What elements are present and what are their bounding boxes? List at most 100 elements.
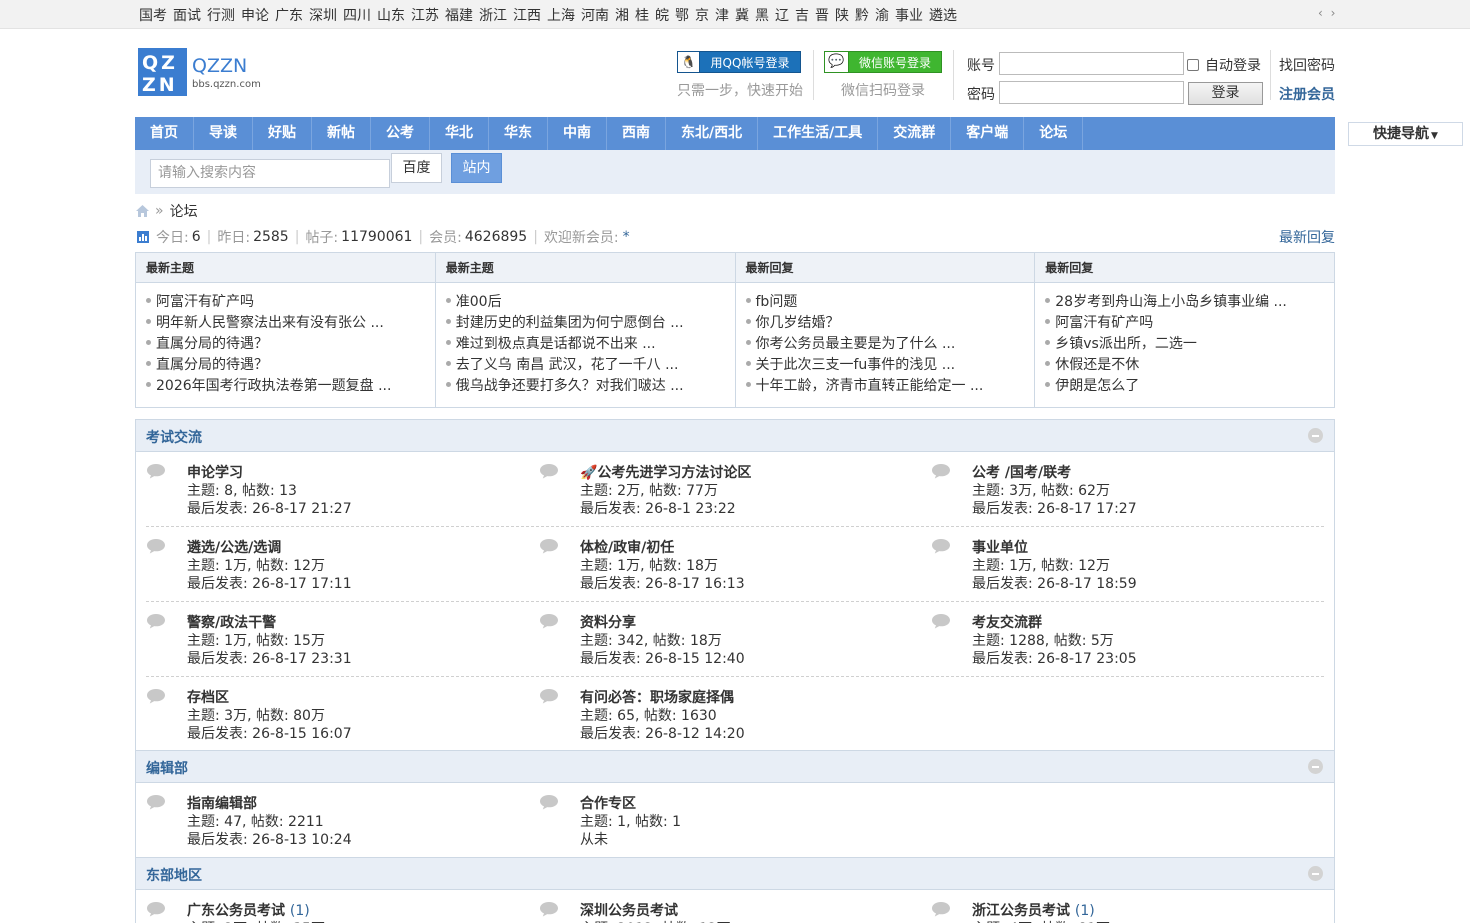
auto-login-checkbox[interactable]: 自动登录 <box>1187 55 1261 75</box>
region-link[interactable]: 行测 <box>207 5 235 25</box>
collapse-icon[interactable] <box>1308 759 1323 774</box>
forum-board-last-post[interactable]: 最后发表: 26-8-15 16:07 <box>187 723 352 743</box>
forum-board-last-post[interactable]: 从未 <box>580 829 608 849</box>
section-title[interactable]: 考试交流 <box>146 427 202 447</box>
nav-item[interactable]: 工作生活/工具 <box>758 117 879 150</box>
collapse-icon[interactable] <box>1308 866 1323 881</box>
forum-board-title[interactable]: 广东公务员考试 <box>187 903 285 919</box>
region-link[interactable]: 四川 <box>343 5 371 25</box>
forum-board-last-post[interactable]: 最后发表: 26-8-1 23:22 <box>580 498 736 518</box>
register-link[interactable]: 注册会员 <box>1279 84 1335 104</box>
nav-item[interactable]: 中南 <box>548 117 607 150</box>
region-link[interactable]: 事业 <box>895 5 923 25</box>
forum-board-title[interactable]: 体检/政审/初任 <box>580 540 674 556</box>
region-link[interactable]: 山东 <box>377 5 405 25</box>
forum-board-name[interactable]: 广东公务员考试 (1) <box>187 900 310 920</box>
list-item[interactable]: 封建历史的利益集团为何宁愿倒台 ... <box>446 313 735 334</box>
region-link[interactable]: 黔 <box>855 5 869 25</box>
region-link[interactable]: 桂 <box>635 5 649 25</box>
list-item[interactable]: 阿富汗有矿产吗 <box>146 292 435 313</box>
forum-board-last-post[interactable]: 最后发表: 26-8-13 10:24 <box>187 829 352 849</box>
list-item[interactable]: 你考公务员最主要是为了什么 ... <box>746 334 1035 355</box>
region-link[interactable]: 福建 <box>445 5 473 25</box>
region-link[interactable]: 广东 <box>275 5 303 25</box>
qq-login-button[interactable]: 🐧 用QQ帐号登录 <box>677 51 801 73</box>
forum-board-name[interactable]: 体检/政审/初任 <box>580 537 674 557</box>
region-link[interactable]: 鄂 <box>675 5 689 25</box>
forum-board-title[interactable]: 考友交流群 <box>972 615 1042 631</box>
region-link[interactable]: 陕 <box>835 5 849 25</box>
search-input[interactable]: 请输入搜索内容 <box>150 159 390 188</box>
forum-board-last-post[interactable]: 最后发表: 26-8-17 23:05 <box>972 648 1137 668</box>
forum-board-name[interactable]: 遴选/公选/选调 <box>187 537 281 557</box>
region-link[interactable]: 深圳 <box>309 5 337 25</box>
list-item[interactable]: 直属分局的待遇？ <box>146 355 435 376</box>
find-password-link[interactable]: 找回密码 <box>1279 55 1335 75</box>
scroll-arrows-icon[interactable]: ‹ › <box>1318 6 1337 20</box>
nav-item[interactable]: 新帖 <box>312 117 371 150</box>
region-link[interactable]: 渝 <box>875 5 889 25</box>
nav-item[interactable]: 西南 <box>607 117 666 150</box>
region-link[interactable]: 国考 <box>139 5 167 25</box>
list-item[interactable]: 你几岁结婚？ <box>746 313 1035 334</box>
forum-board-name[interactable]: 公考 /国考/联考 <box>972 462 1071 482</box>
forum-board-name[interactable]: 警察/政法干警 <box>187 612 276 632</box>
section-title[interactable]: 编辑部 <box>146 758 188 778</box>
list-item[interactable]: 准00后 <box>446 292 735 313</box>
nav-item[interactable]: 导读 <box>194 117 253 150</box>
home-icon[interactable] <box>136 205 149 217</box>
site-search-button[interactable]: 站内 <box>451 153 502 183</box>
list-item[interactable]: 阿富汗有矿产吗 <box>1045 313 1334 334</box>
baidu-search-button[interactable]: 百度 <box>391 153 442 183</box>
region-link[interactable]: 晋 <box>815 5 829 25</box>
region-link[interactable]: 遴选 <box>929 5 957 25</box>
list-item[interactable]: 伊朗是怎么了 <box>1045 376 1334 397</box>
nav-item[interactable]: 东北/西北 <box>666 117 759 150</box>
nav-item[interactable]: 首页 <box>135 117 194 150</box>
login-button[interactable]: 登录 <box>1188 82 1263 105</box>
forum-board-title[interactable]: 指南编辑部 <box>187 796 257 812</box>
forum-board-last-post[interactable]: 最后发表: 26-8-17 17:11 <box>187 573 352 593</box>
region-link[interactable]: 上海 <box>547 5 575 25</box>
forum-board-last-post[interactable]: 最后发表: 26-8-17 18:59 <box>972 573 1137 593</box>
region-link[interactable]: 吉 <box>795 5 809 25</box>
forum-board-last-post[interactable]: 最后发表: 26-8-17 16:13 <box>580 573 745 593</box>
list-item[interactable]: 明年新人民警察法出来有没有张公 ... <box>146 313 435 334</box>
nav-item[interactable]: 公考 <box>371 117 430 150</box>
new-member-link[interactable]: * <box>623 229 630 245</box>
password-input[interactable] <box>999 81 1184 104</box>
list-item[interactable]: 十年工龄，济青市直转正能给定一 ... <box>746 376 1035 397</box>
forum-board-name[interactable]: 申论学习 <box>187 462 243 482</box>
list-item[interactable]: 休假还是不休 <box>1045 355 1334 376</box>
nav-item[interactable]: 华北 <box>430 117 489 150</box>
nav-item[interactable]: 华东 <box>489 117 548 150</box>
list-item[interactable]: 2026年国考行政执法卷第一题复盘 ... <box>146 376 435 397</box>
region-link[interactable]: 面试 <box>173 5 201 25</box>
nav-item[interactable]: 好贴 <box>253 117 312 150</box>
region-link[interactable]: 黑 <box>755 5 769 25</box>
region-link[interactable]: 申论 <box>241 5 269 25</box>
collapse-icon[interactable] <box>1308 428 1323 443</box>
forum-board-title[interactable]: 资料分享 <box>580 615 636 631</box>
forum-board-last-post[interactable]: 最后发表: 26-8-12 14:20 <box>580 723 745 743</box>
nav-item[interactable]: 客户端 <box>951 117 1025 150</box>
forum-board-title[interactable]: 警察/政法干警 <box>187 615 276 631</box>
forum-board-name[interactable]: 事业单位 <box>972 537 1028 557</box>
section-title[interactable]: 东部地区 <box>146 865 202 885</box>
forum-board-name[interactable]: 存档区 <box>187 687 229 707</box>
forum-board-name[interactable]: 指南编辑部 <box>187 793 257 813</box>
list-item[interactable]: 难过到极点真是话都说不出来 ... <box>446 334 735 355</box>
list-item[interactable]: 关于此次三支一fu事件的浅见 ... <box>746 355 1035 376</box>
forum-board-title[interactable]: 存档区 <box>187 690 229 706</box>
forum-board-name[interactable]: 合作专区 <box>580 793 636 813</box>
quick-nav-button[interactable]: 快捷导航 ▼ <box>1348 122 1463 146</box>
forum-board-title[interactable]: 🚀公考先进学习方法讨论区 <box>580 465 751 481</box>
forum-board-last-post[interactable]: 最后发表: 26-8-17 23:31 <box>187 648 352 668</box>
forum-board-title[interactable]: 公考 /国考/联考 <box>972 465 1071 481</box>
list-item[interactable]: 乡镇vs派出所，二选一 <box>1045 334 1334 355</box>
region-link[interactable]: 皖 <box>655 5 669 25</box>
forum-board-name[interactable]: 考友交流群 <box>972 612 1042 632</box>
forum-board-last-post[interactable]: 最后发表: 26-8-17 21:27 <box>187 498 352 518</box>
region-link[interactable]: 辽 <box>775 5 789 25</box>
latest-reply-link[interactable]: 最新回复 <box>1279 227 1335 247</box>
